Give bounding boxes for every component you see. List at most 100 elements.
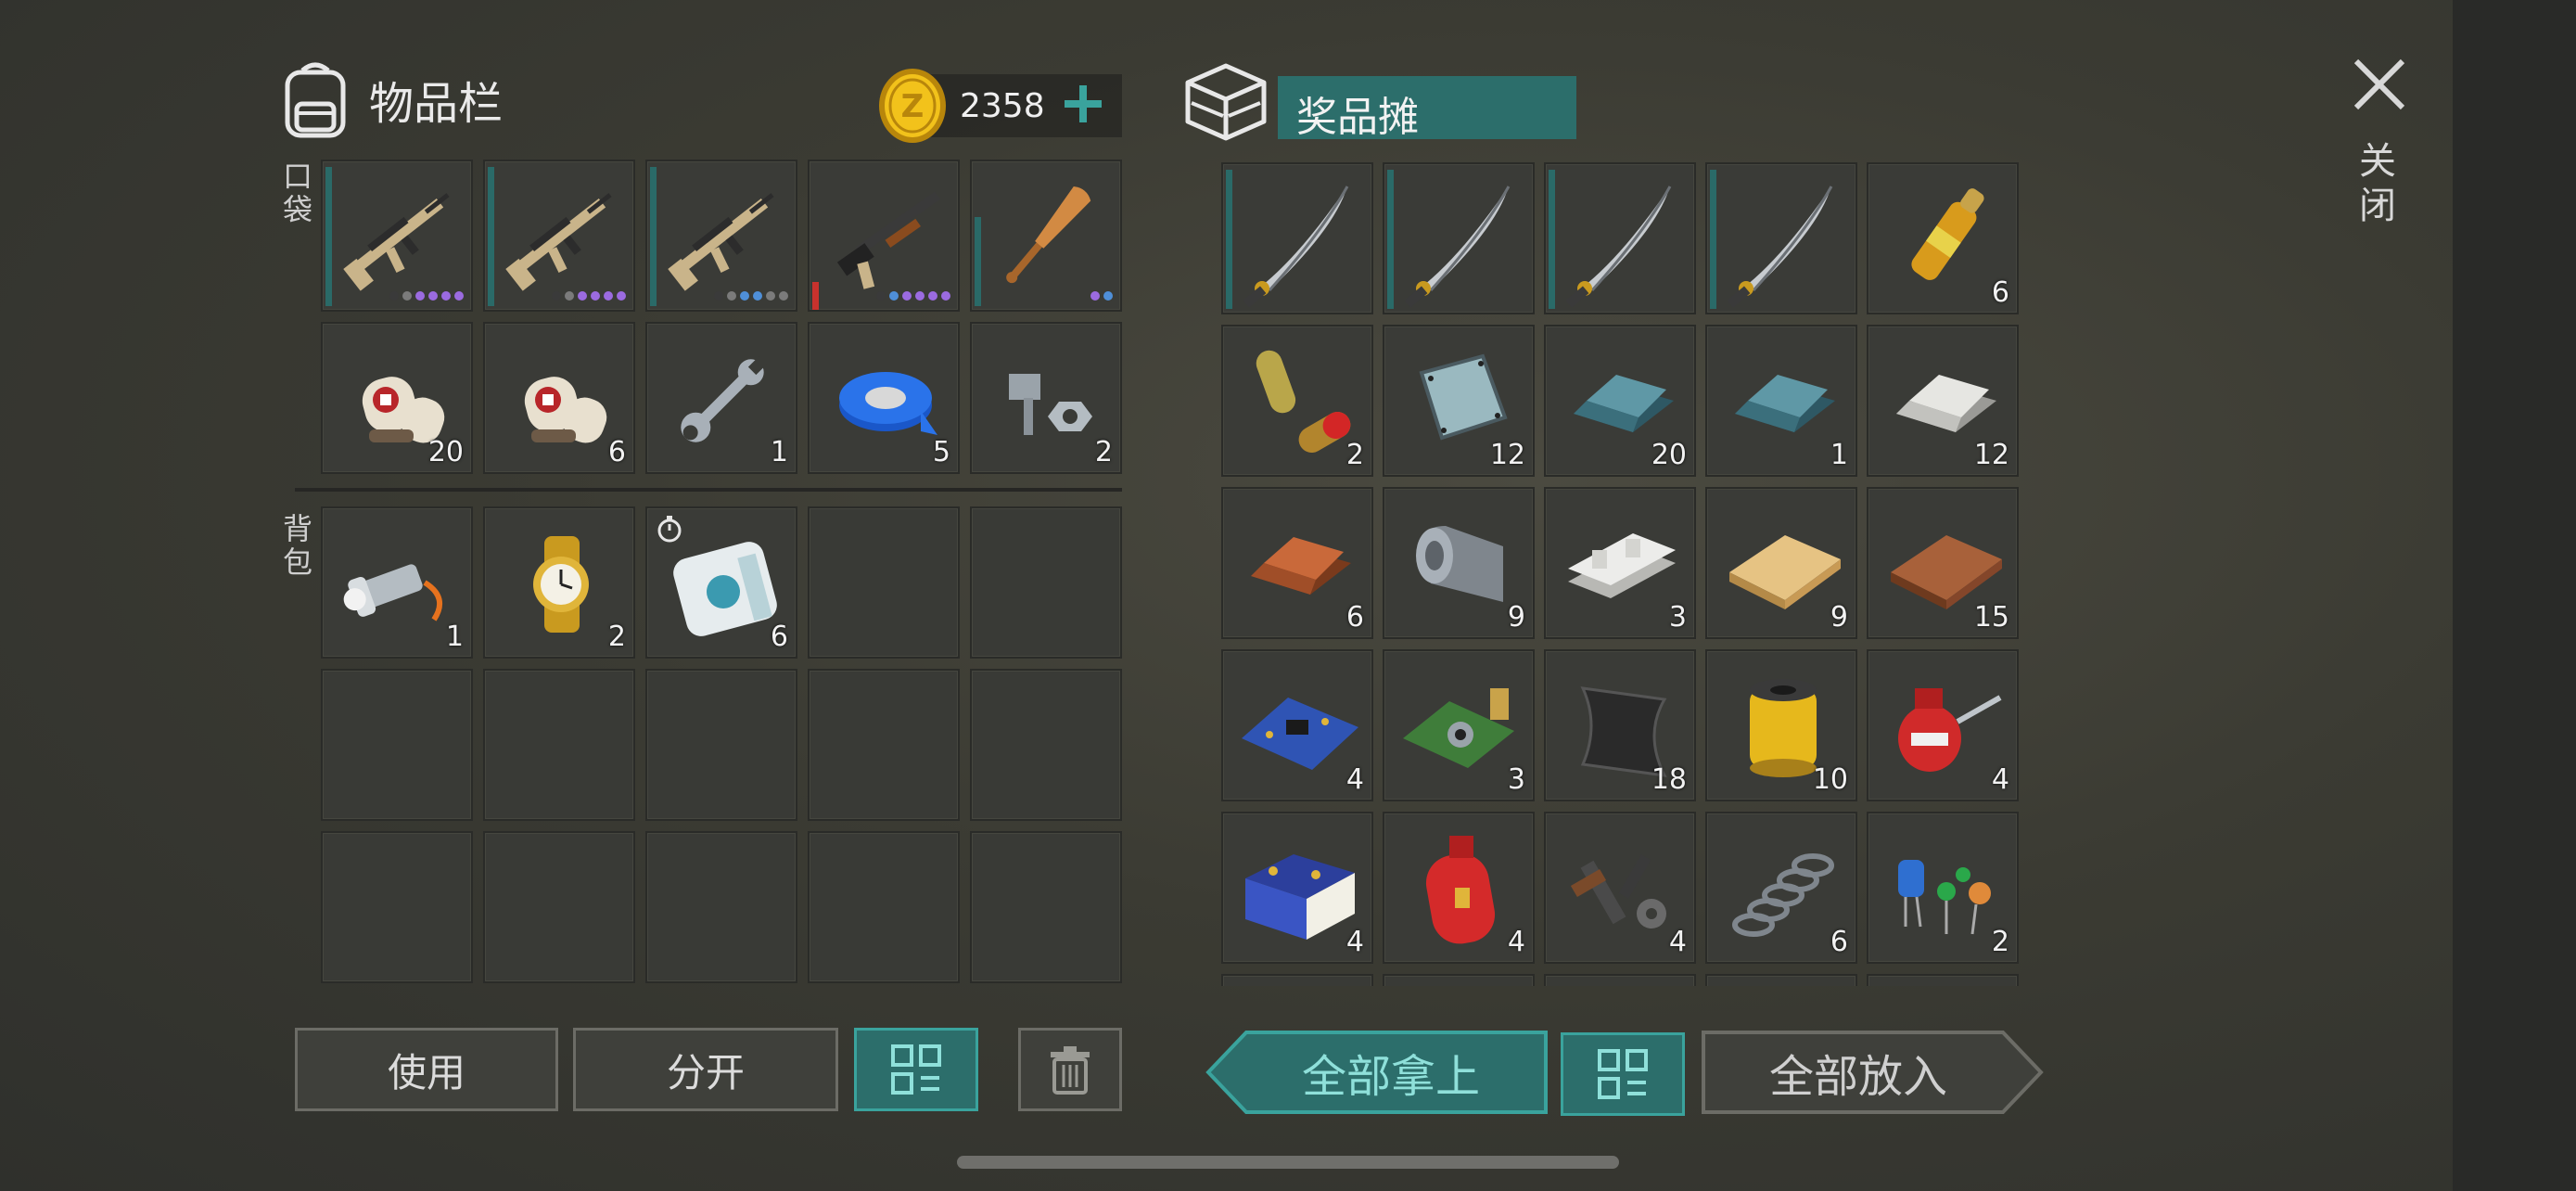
stall-slot[interactable]: 4 xyxy=(1383,812,1535,964)
pocket-slot[interactable] xyxy=(483,160,635,312)
stall-slot[interactable]: 1 xyxy=(1705,325,1857,477)
item-quantity: 2 xyxy=(607,621,626,653)
backpack-slot[interactable] xyxy=(321,831,473,983)
durability-bar xyxy=(1387,170,1394,309)
backpack-slot[interactable] xyxy=(645,669,797,821)
inventory-header: 物品栏 xyxy=(278,58,503,141)
baseball-bat-icon xyxy=(1006,186,1091,284)
pocket-slot[interactable] xyxy=(970,160,1122,312)
katana-icon xyxy=(1727,186,1833,307)
add-coins-button[interactable] xyxy=(1053,69,1113,139)
pocket-slot[interactable]: 1 xyxy=(645,322,797,474)
item-quantity: 4 xyxy=(1345,926,1364,958)
pocket-grid: 20 6 1 5 2 xyxy=(321,160,1122,474)
stall-slot[interactable]: 3 xyxy=(1383,649,1535,801)
stall-slot[interactable]: 6 xyxy=(1705,812,1857,964)
stall-grid: 6 2 12 20 1 12 6 9 3 9 15 4 3 18 10 4 4 4 4 6 2 xyxy=(1221,162,2019,986)
stall-slot[interactable] xyxy=(1221,162,1373,314)
stall-slot[interactable] xyxy=(1705,162,1857,314)
item-quantity: 3 xyxy=(1668,601,1687,634)
backpack-slot[interactable]: 6 xyxy=(645,506,797,659)
stall-slot[interactable]: 15 xyxy=(1867,487,2019,639)
backpack-slot[interactable] xyxy=(970,831,1122,983)
stall-slot[interactable] xyxy=(1544,162,1696,314)
stall-slot[interactable]: 2 xyxy=(1221,325,1373,477)
upgrade-dot xyxy=(578,291,587,301)
backpack-slot[interactable]: 2 xyxy=(483,506,635,659)
backpack-slot[interactable] xyxy=(483,831,635,983)
pocket-slot[interactable]: 2 xyxy=(970,322,1122,474)
pocket-slot[interactable]: 6 xyxy=(483,322,635,474)
pocket-slot[interactable] xyxy=(321,160,473,312)
upgrade-dot xyxy=(727,291,736,301)
durability-bar xyxy=(812,282,819,310)
upgrade-dots xyxy=(876,291,950,301)
close-label[interactable]: 关闭 xyxy=(2359,139,2404,228)
stall-slot[interactable]: 18 xyxy=(1544,649,1696,801)
stall-slot[interactable] xyxy=(1705,974,1857,986)
stall-slot[interactable]: 4 xyxy=(1867,649,2019,801)
stall-slot[interactable]: 4 xyxy=(1221,649,1373,801)
stall-title: 奖品摊 xyxy=(1296,94,1419,141)
upgrade-dot xyxy=(915,291,925,301)
stall-slot[interactable]: 4 xyxy=(1544,812,1696,964)
item-quantity: 10 xyxy=(1812,763,1848,796)
stall-slot[interactable]: 12 xyxy=(1383,325,1535,477)
pocket-slot[interactable]: 20 xyxy=(321,322,473,474)
stall-slot[interactable]: 12 xyxy=(1867,325,2019,477)
upgrade-dot xyxy=(428,291,438,301)
backpack-slot[interactable] xyxy=(970,669,1122,821)
item-quantity: 12 xyxy=(1489,439,1525,471)
grid-sort-icon xyxy=(1598,1049,1648,1099)
inventory-sort-button[interactable] xyxy=(854,1028,978,1111)
backpack-slot[interactable] xyxy=(483,669,635,821)
backpack-slot[interactable]: 1 xyxy=(321,506,473,659)
stall-slot[interactable] xyxy=(1867,974,2019,986)
item-quantity: 4 xyxy=(1345,763,1364,796)
backpack-slot[interactable] xyxy=(808,831,960,983)
backpack-slot[interactable] xyxy=(808,669,960,821)
stall-slot[interactable]: 6 xyxy=(1867,162,2019,314)
trash-button[interactable] xyxy=(1018,1028,1122,1111)
upgrade-dot xyxy=(415,291,425,301)
stall-slot[interactable]: 9 xyxy=(1705,487,1857,639)
stall-slot[interactable]: 2 xyxy=(1867,812,2019,964)
durability-bar xyxy=(325,167,332,306)
put-all-button[interactable]: 全部放入 xyxy=(1701,1030,2044,1115)
item-quantity: 5 xyxy=(932,436,950,468)
item-quantity: 6 xyxy=(607,436,626,468)
backpack-slot[interactable] xyxy=(321,669,473,821)
home-indicator[interactable] xyxy=(957,1156,1619,1169)
stall-slot[interactable] xyxy=(1221,974,1373,986)
split-button[interactable]: 分开 xyxy=(573,1028,838,1111)
stall-slot[interactable]: 3 xyxy=(1544,487,1696,639)
backpack-slot[interactable] xyxy=(808,506,960,659)
coin-icon: Z xyxy=(879,69,946,143)
take-all-button[interactable]: 全部拿上 xyxy=(1205,1030,1549,1115)
close-icon[interactable] xyxy=(2351,56,2408,113)
stall-slot[interactable]: 6 xyxy=(1221,487,1373,639)
pocket-slot[interactable] xyxy=(645,160,797,312)
stall-slot[interactable] xyxy=(1383,974,1535,986)
item-quantity: 20 xyxy=(1651,439,1687,471)
upgrade-dot xyxy=(604,291,613,301)
right-edge-panel xyxy=(2453,0,2576,1191)
stall-sort-button[interactable] xyxy=(1561,1032,1685,1116)
upgrade-dot xyxy=(889,291,899,301)
stall-slot[interactable] xyxy=(1544,974,1696,986)
katana-icon xyxy=(1565,186,1672,307)
item-quantity: 9 xyxy=(1830,601,1848,634)
stall-slot[interactable]: 20 xyxy=(1544,325,1696,477)
durability-bar xyxy=(1549,170,1555,309)
stall-scroll-area[interactable]: 6 2 12 20 1 12 6 9 3 9 15 4 3 18 10 4 4 4 4 6 2 xyxy=(1221,162,2028,986)
backpack-slot[interactable] xyxy=(970,506,1122,659)
use-button[interactable]: 使用 xyxy=(295,1028,558,1111)
stall-slot[interactable] xyxy=(1383,162,1535,314)
stall-slot[interactable]: 9 xyxy=(1383,487,1535,639)
pocket-slot[interactable] xyxy=(808,160,960,312)
backpack-slot[interactable] xyxy=(645,831,797,983)
pocket-slot[interactable]: 5 xyxy=(808,322,960,474)
pocket-label: 口袋 xyxy=(283,159,313,227)
stall-slot[interactable]: 10 xyxy=(1705,649,1857,801)
stall-slot[interactable]: 4 xyxy=(1221,812,1373,964)
